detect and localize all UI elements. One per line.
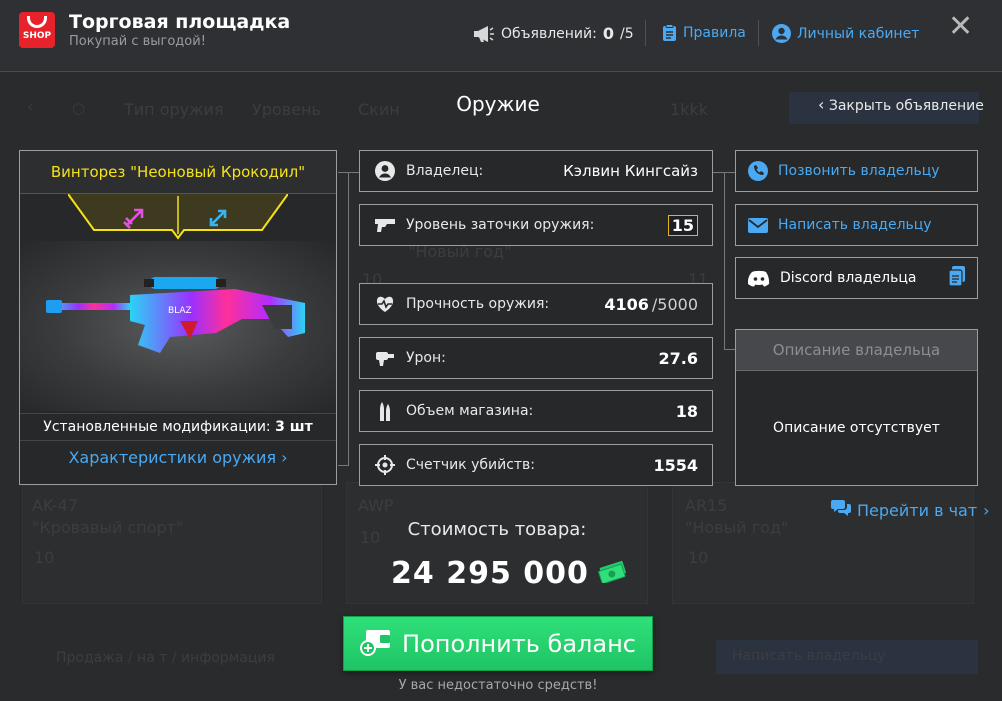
bag-icon [27,16,47,28]
ads-label: Объявлений: [501,25,597,42]
crosshair-icon [374,454,396,476]
chevron-left-icon: ‹ [818,95,825,114]
magazine-value: 18 [675,401,698,421]
close-ad-label: Закрыть объявление [828,98,984,114]
header-divider [758,20,759,46]
kills-value: 1554 [653,455,698,475]
discord-owner-button[interactable]: Discord владельца [735,257,978,299]
chars-link-label: Характеристики оружия [68,448,277,467]
ghost-card-name: AWP [358,496,394,515]
owner-label: Владелец: [406,163,484,179]
owner-description: Описание владельца Описание отсутствует [735,329,978,486]
app-title: Торговая площадка [69,11,291,33]
ads-counter: Объявлений: 0 /5 [473,24,634,43]
description-body: Описание отсутствует [773,419,940,436]
damage-icon [374,347,396,369]
durability-label: Прочность оружия: [406,296,550,312]
bracket-line [348,172,359,173]
discord-owner-label: Discord владельца [780,270,917,286]
ghost-card-skin: "Новый год" [685,518,789,537]
ghost-bottom-right: Написать владельцу [732,648,886,664]
envelope-icon [748,217,768,233]
bracket-line [713,172,724,173]
stat-owner: Владелец: Кэлвин Кингсайз [359,150,713,192]
level-label: Уровень заточки оружия: [406,217,595,233]
heartbeat-icon [374,293,396,315]
write-owner-label: Написать владельцу [778,217,932,233]
rules-link[interactable]: Правила [662,24,746,42]
stat-magazine: Объем магазина: 18 [359,390,713,432]
goto-chat-link[interactable]: Перейти в чат › [831,499,990,521]
write-owner-button[interactable]: Написать владельцу [735,204,978,246]
user-icon [772,24,791,43]
ads-count: 0 [602,24,614,43]
cash-icon [597,556,629,591]
bracket-left [338,172,349,466]
price-value: 24 295 000 [391,556,589,591]
expand-blue-icon [209,209,227,227]
account-label: Личный кабинет [797,25,920,42]
stat-durability: Прочность оружия: 4106 /5000 [359,283,713,325]
durability-value: 4106 [604,294,649,314]
app-subtitle: Покупай с выгодой! [69,34,206,49]
chevron-right-icon: › [281,448,288,467]
bullets-icon [374,400,396,422]
description-header: Описание владельца [736,330,977,371]
ghost-card-name: AR15 [685,496,728,515]
insufficient-funds-text: У вас недостаточно средств! [398,678,598,693]
weapon-card: Винторез "Неоновый Крокодил" BLAZ Устано… [19,150,337,485]
price: 24 295 000 [391,556,629,591]
rules-label: Правила [683,25,746,41]
installed-mods: Установленные модификации: 3 шт [20,413,336,441]
user-circle-icon [374,160,396,182]
discord-icon [748,270,770,287]
topup-balance-button[interactable]: Пополнить баланс [343,616,653,671]
kills-label: Счетчик убийств: [406,457,536,473]
account-link[interactable]: Личный кабинет [772,24,919,43]
wallet-plus-icon [360,626,392,662]
megaphone-icon [474,25,494,42]
copy-icon[interactable] [948,266,965,290]
stat-damage: Урон: 27.6 [359,337,713,379]
price-label: Стоимость товара: [407,519,587,540]
stat-level: Уровень заточки оружия: 15 [359,204,713,246]
ads-max: /5 [620,25,634,42]
call-owner-label: Позвонить владельцу [778,163,940,179]
ghost-card-name: AK-47 [32,496,78,515]
mods-label: Установленные модификации: [43,419,271,435]
ghost-card-level: 10 [688,548,709,567]
arrows-pink-icon [123,208,144,229]
call-owner-button[interactable]: Позвонить владельцу [735,150,978,192]
phone-icon [748,161,768,181]
damage-label: Урон: [406,350,446,366]
document-icon [663,24,676,41]
logo-text: SHOP [22,31,52,41]
chat-icon [831,499,851,521]
chevron-right-icon: › [983,500,990,520]
stat-kills: Счетчик убийств: 1554 [359,444,713,486]
close-icon[interactable]: ✕ [948,12,973,42]
ghost-bottom-left: Продажа / на т / информация [56,650,275,666]
rifle-icon: BLAZ [46,277,305,353]
magazine-label: Объем магазина: [406,403,534,419]
topup-label: Пополнить баланс [402,629,636,658]
app-header: SHOP Торговая площадка Покупай с выгодой… [0,0,1002,72]
goto-chat-label: Перейти в чат [857,500,978,520]
svg-text:BLAZ: BLAZ [168,306,192,316]
level-value: 15 [667,214,698,236]
owner-value: Кэлвин Кингсайз [563,162,698,180]
weapon-name: Винторез "Неоновый Крокодил" [20,151,336,194]
damage-value: 27.6 [658,348,698,368]
mod-badges [68,194,288,240]
durability-max: /5000 [651,294,698,314]
weapon-characteristics-link[interactable]: Характеристики оружия › [20,448,336,467]
mods-count: 3 шт [275,419,313,435]
shop-logo: SHOP [19,12,55,48]
ghost-card-skin: "Кровавый спорт" [32,518,184,537]
weapon-image: BLAZ [20,241,336,411]
header-divider [645,20,646,46]
gun-icon [374,214,396,236]
close-ad-link[interactable]: ‹ Закрыть объявление [818,95,984,114]
ghost-card-level: 10 [34,548,55,567]
